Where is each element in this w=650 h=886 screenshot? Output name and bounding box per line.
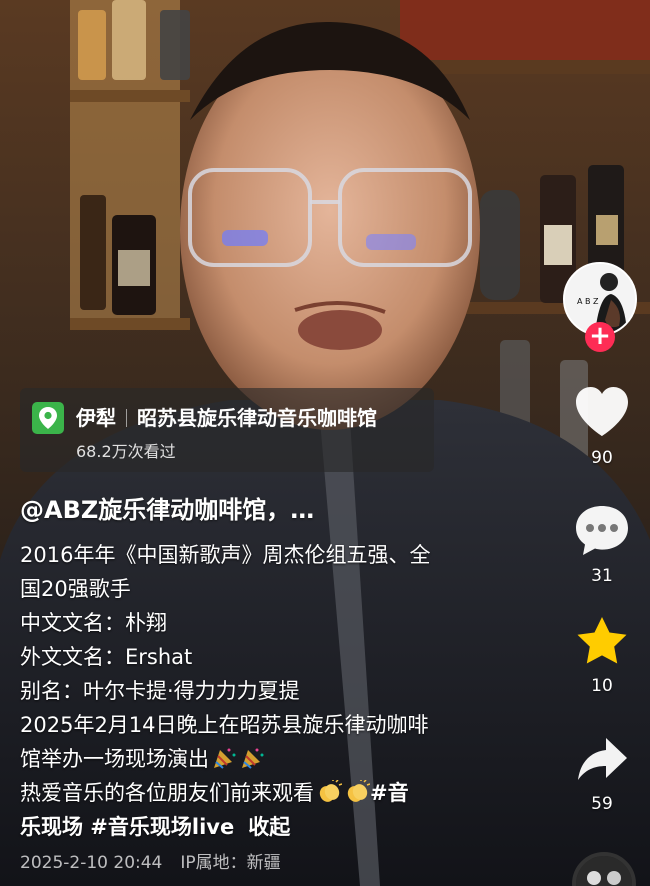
share-count: 59 xyxy=(591,794,613,814)
post-caption: 2016年年《中国新歌声》周杰伦组五强、全 国20强歌手 中文文名：朴翔 外文文… xyxy=(20,538,490,844)
caption-line-with-emoji: 馆举办一场现场演出 xyxy=(20,742,490,776)
favorite-button[interactable]: 10 xyxy=(570,614,634,696)
favorite-count: 10 xyxy=(591,676,613,696)
location-city: 伊犁 xyxy=(76,406,116,430)
caption-line-with-emoji: 热爱音乐的各位朋友们前来观看 #音 xyxy=(20,776,490,810)
comment-count: 31 xyxy=(591,566,613,586)
post-date: 2025-2-10 20:44 xyxy=(20,853,163,873)
location-title: 伊犁 昭苏县旋乐律动音乐咖啡馆 xyxy=(76,402,377,431)
caption-line: 2016年年《中国新歌声》周杰伦组五强、全 xyxy=(20,543,431,567)
party-popper-icon xyxy=(214,748,236,769)
hashtag-link[interactable]: #音 xyxy=(370,781,409,805)
heart-icon xyxy=(576,387,628,436)
caption-line: 乐现场 #音乐现场live 收起 xyxy=(20,810,490,844)
avatar-logo-text: A B Z xyxy=(577,297,599,306)
share-arrow-icon xyxy=(578,738,627,780)
follow-button[interactable]: + xyxy=(585,322,615,352)
comment-button[interactable]: 31 xyxy=(570,502,634,586)
location-card[interactable]: 伊犁 昭苏县旋乐律动音乐咖啡馆 68.2万次看过 xyxy=(20,388,434,472)
caption-text: 馆举办一场现场演出 xyxy=(20,747,209,771)
location-view-count: 68.2万次看过 xyxy=(76,442,176,461)
caption-line: 中文文名：朴翔 xyxy=(20,611,167,635)
caption-text: 热爱音乐的各位朋友们前来观看 xyxy=(20,781,314,805)
star-icon xyxy=(577,617,627,664)
like-count: 90 xyxy=(591,448,613,468)
caption-line: 外文文名：Ershat xyxy=(20,645,193,669)
location-divider xyxy=(126,409,127,427)
share-button[interactable]: 59 xyxy=(570,734,634,814)
caption-line: 国20强歌手 xyxy=(20,577,131,601)
location-pin-icon xyxy=(32,402,64,434)
party-popper-icon xyxy=(242,748,264,769)
ip-location: IP属地：新疆 xyxy=(180,853,281,873)
collapse-button[interactable]: 收起 xyxy=(248,815,290,839)
post-meta: 2025-2-10 20:44 IP属地：新疆 xyxy=(20,848,281,873)
caption-line: 2025年2月14日晚上在昭苏县旋乐律动咖啡 xyxy=(20,713,429,737)
caption-line: 别名：叶尔卡提·得力力力夏提 xyxy=(20,679,300,703)
author-avatar-block[interactable]: A B Z + xyxy=(563,262,637,352)
clapping-hands-icon xyxy=(347,780,370,802)
comment-bubble-icon xyxy=(576,506,628,555)
clapping-hands-icon xyxy=(319,780,342,802)
author-name[interactable]: @ABZ旋乐律动咖啡馆，… xyxy=(20,490,314,525)
like-button[interactable]: 90 xyxy=(570,384,634,468)
hashtag-link[interactable]: 乐现场 #音乐现场live xyxy=(20,815,234,839)
location-place: 昭苏县旋乐律动音乐咖啡馆 xyxy=(137,406,377,430)
